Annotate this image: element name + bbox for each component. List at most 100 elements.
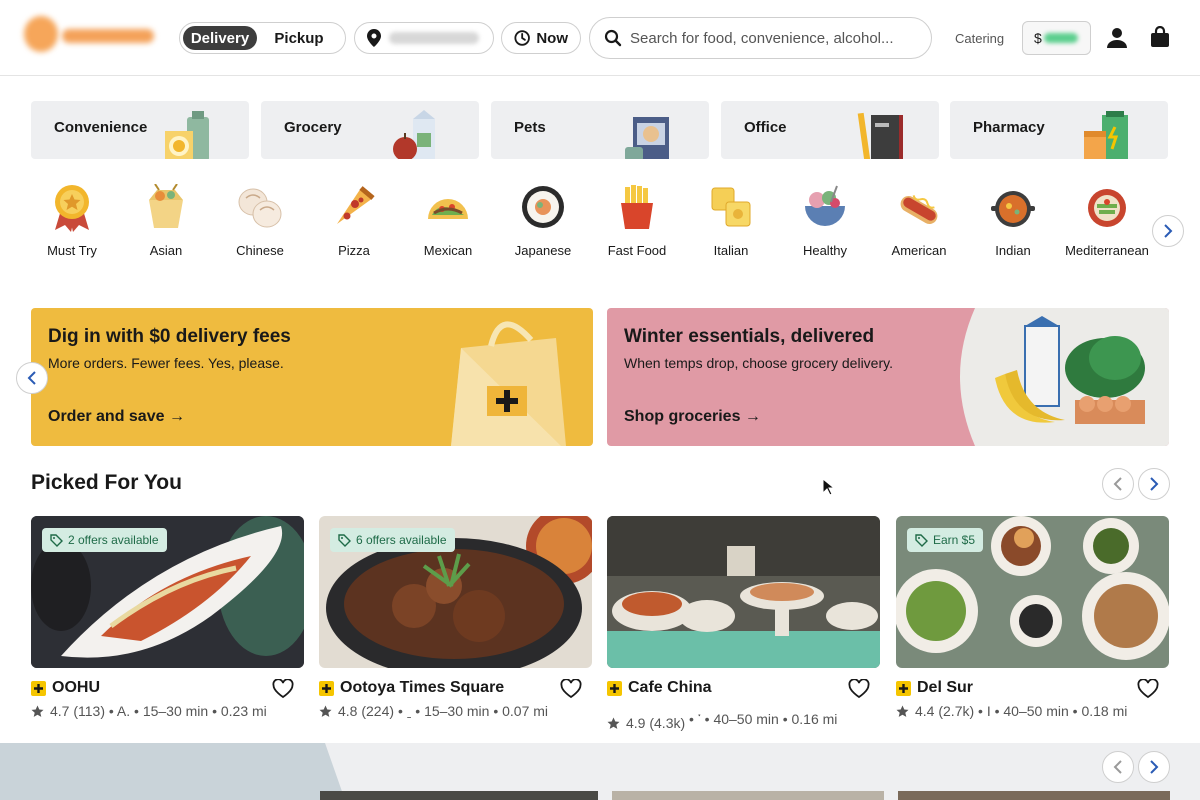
dashpass-icon [896, 680, 911, 696]
restaurant-card[interactable]: 2 offers available OOHU 4.7 (113) • A. •… [31, 516, 304, 719]
catering-link[interactable]: Catering [955, 31, 1004, 46]
restaurant-card[interactable]: Cafe China 4.9 (4.3k) • ་ • 40–50 min • … [607, 516, 880, 731]
section-prev-button[interactable] [1102, 751, 1134, 783]
section-next-button[interactable] [1138, 751, 1170, 783]
category-tile-convenience[interactable]: Convenience [31, 101, 249, 159]
cuisine-indian[interactable]: Indian [966, 182, 1060, 262]
search-input[interactable] [630, 29, 910, 47]
picked-for-you-heading: Picked For You [31, 471, 182, 494]
chevron-right-icon [1164, 224, 1173, 238]
cuisine-label: Pizza [338, 243, 370, 258]
restaurant-name[interactable]: Ootoya Times Square [319, 679, 504, 697]
category-tile-grocery[interactable]: Grocery [261, 101, 479, 159]
promo-title: Winter essentials, delivered [624, 326, 875, 347]
favorite-heart-icon[interactable] [1137, 679, 1159, 699]
promo-prev-button[interactable] [16, 362, 48, 394]
top-header: Delivery Pickup Now Catering $ [0, 0, 1200, 76]
chevron-left-icon [27, 371, 36, 385]
restaurant-name[interactable]: OOHU [31, 679, 100, 697]
favorite-heart-icon[interactable] [560, 679, 582, 699]
restaurant-photo[interactable]: 6 offers available [319, 516, 592, 668]
chevron-left-icon [1113, 760, 1122, 774]
ravioli-icon [711, 187, 751, 227]
restaurant-photo[interactable] [607, 516, 880, 668]
address-text-redacted [389, 32, 479, 44]
hot-dog-icon [900, 195, 938, 224]
address-selector[interactable] [354, 22, 494, 54]
restaurant-name[interactable]: Del Sur [896, 679, 973, 697]
category-label: Convenience [54, 119, 148, 136]
cuisine-label: Mexican [423, 243, 473, 258]
restaurant-meta: 4.8 (224) • ˍ • 15–30 min • 0.07 mi [319, 703, 548, 719]
office-icon [857, 112, 903, 159]
search-bar[interactable] [589, 17, 932, 59]
mouse-cursor-icon [822, 478, 834, 496]
order-and-save-link[interactable]: Order and save → [48, 408, 185, 426]
category-tile-office[interactable]: Office [721, 101, 939, 159]
cuisine-mediterranean[interactable]: Mediterranean [1060, 182, 1154, 262]
star-icon [319, 705, 332, 717]
cuisine-next-button[interactable] [1152, 215, 1184, 247]
groceries-illustration-icon [960, 308, 1169, 446]
offer-badge: 6 offers available [330, 528, 455, 552]
cuisine-label: Must Try [47, 243, 97, 258]
category-tile-pets[interactable]: Pets [491, 101, 709, 159]
account-icon[interactable] [1106, 27, 1128, 49]
cuisine-healthy[interactable]: Healthy [778, 182, 872, 262]
dashpass-icon [319, 680, 334, 696]
sushi-roll-icon [522, 186, 564, 228]
carousel-prev-button[interactable] [1102, 468, 1134, 500]
favorite-heart-icon[interactable] [848, 679, 870, 699]
chevron-right-icon [1150, 477, 1159, 491]
schedule-selector[interactable]: Now [501, 22, 581, 54]
carousel-next-button[interactable] [1138, 468, 1170, 500]
cuisine-label: Italian [713, 243, 749, 258]
promo-subtitle: When temps drop, choose grocery delivery… [624, 355, 893, 371]
cuisine-label: Asian [149, 243, 183, 258]
cuisine-must-try[interactable]: Must Try [25, 182, 119, 262]
shop-groceries-link[interactable]: Shop groceries → [624, 408, 761, 426]
dashpass-icon [607, 680, 622, 696]
cuisine-label: Chinese [236, 243, 284, 258]
location-pin-icon [367, 29, 381, 47]
award-ribbon-icon [55, 185, 89, 232]
cuisine-asian[interactable]: Asian [119, 182, 213, 262]
restaurant-photo[interactable]: 2 offers available [31, 516, 304, 668]
pickup-mode-button[interactable]: Pickup [257, 26, 341, 50]
cuisine-pizza[interactable]: Pizza [307, 182, 401, 262]
pharmacy-icon [1084, 111, 1128, 159]
star-icon [607, 717, 620, 729]
cuisine-fast-food[interactable]: Fast Food [590, 182, 684, 262]
cuisine-mexican[interactable]: Mexican [401, 182, 495, 262]
convenience-icon [165, 111, 209, 159]
category-label: Pharmacy [973, 119, 1045, 136]
favorite-heart-icon[interactable] [272, 679, 294, 699]
cuisine-label: American [891, 243, 947, 258]
restaurant-card[interactable]: Earn $5 Del Sur 4.4 (2.7k) • I • 40–50 m… [896, 516, 1169, 719]
offer-badge: Earn $5 [907, 528, 984, 552]
promo-banner-winter-groceries[interactable]: Winter essentials, delivered When temps … [607, 308, 1169, 446]
category-label: Office [744, 119, 787, 136]
cuisine-chinese[interactable]: Chinese [213, 182, 307, 262]
restaurant-name[interactable]: Cafe China [607, 679, 712, 697]
cuisine-japanese[interactable]: Japanese [496, 182, 590, 262]
cart-bag-icon[interactable] [1150, 26, 1170, 48]
brand-logo[interactable] [20, 14, 160, 60]
restaurant-photo[interactable]: Earn $5 [896, 516, 1169, 668]
clock-icon [514, 30, 530, 46]
promo-banner-delivery-fees[interactable]: Dig in with $0 delivery fees More orders… [31, 308, 593, 446]
dumplings-icon [238, 188, 282, 228]
restaurant-meta: 4.9 (4.3k) • ་ • 40–50 min • 0.16 mi [607, 703, 837, 743]
dashpass-icon [31, 680, 46, 696]
cuisine-american[interactable]: American [872, 182, 966, 262]
grocery-icon [393, 110, 435, 159]
tag-icon [915, 533, 928, 547]
promo-subtitle: More orders. Fewer fees. Yes, please. [48, 355, 284, 371]
curry-pot-icon [991, 191, 1035, 227]
cuisine-italian[interactable]: Italian [684, 182, 778, 262]
credits-button[interactable]: $ [1022, 21, 1091, 55]
chevron-right-icon [1150, 760, 1159, 774]
delivery-mode-button[interactable]: Delivery [183, 26, 257, 50]
restaurant-card[interactable]: 6 offers available Ootoya Times Square 4… [319, 516, 592, 719]
category-tile-pharmacy[interactable]: Pharmacy [950, 101, 1168, 159]
